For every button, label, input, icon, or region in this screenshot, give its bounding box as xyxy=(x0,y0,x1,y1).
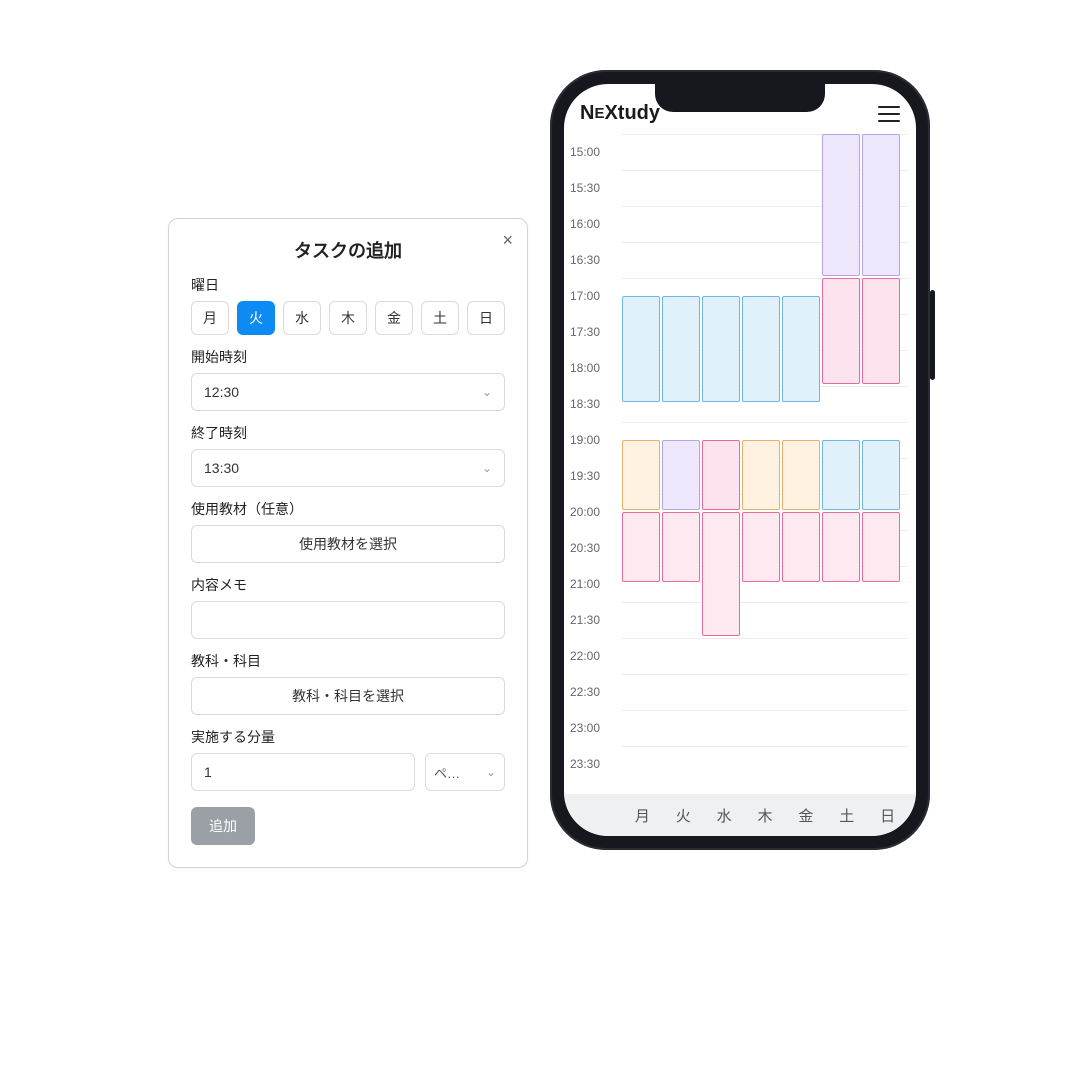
schedule-event[interactable] xyxy=(622,296,660,402)
time-label: 18:30 xyxy=(570,386,622,422)
schedule-grid[interactable] xyxy=(622,134,908,794)
phone-side-button xyxy=(930,290,935,380)
subject-select-button[interactable]: 教科・科目を選択 xyxy=(191,677,505,715)
daybar-label: 水 xyxy=(704,805,745,826)
time-label: 15:30 xyxy=(570,170,622,206)
schedule-event[interactable] xyxy=(742,296,780,402)
schedule-event[interactable] xyxy=(742,440,780,510)
label-memo: 内容メモ xyxy=(191,575,505,595)
day-chip-木[interactable]: 木 xyxy=(329,301,367,335)
daybar-label: 金 xyxy=(785,805,826,826)
label-end: 終了時刻 xyxy=(191,423,505,443)
schedule-event[interactable] xyxy=(862,512,900,582)
schedule-event[interactable] xyxy=(782,440,820,510)
time-label: 16:30 xyxy=(570,242,622,278)
time-label: 22:00 xyxy=(570,638,622,674)
schedule-event[interactable] xyxy=(782,512,820,582)
day-bar: 月火水木金土日 xyxy=(564,794,916,836)
grid-row xyxy=(622,746,908,782)
day-chip-火[interactable]: 火 xyxy=(237,301,275,335)
chevron-down-icon: ⌄ xyxy=(486,765,496,779)
daybar-label: 土 xyxy=(826,805,867,826)
schedule-event[interactable] xyxy=(702,296,740,402)
day-chip-月[interactable]: 月 xyxy=(191,301,229,335)
label-material: 使用教材（任意） xyxy=(191,499,505,519)
daybar-label: 日 xyxy=(867,805,908,826)
schedule-event[interactable] xyxy=(782,296,820,402)
chevron-down-icon: ⌄ xyxy=(482,461,492,475)
app-brand: NEXtudy xyxy=(580,102,660,125)
phone-notch xyxy=(655,84,825,112)
modal-title: タスクの追加 xyxy=(191,237,505,263)
material-select-button[interactable]: 使用教材を選択 xyxy=(191,525,505,563)
time-label: 19:00 xyxy=(570,422,622,458)
time-column: 15:0015:3016:0016:3017:0017:3018:0018:30… xyxy=(570,134,622,782)
end-time-select[interactable]: 13:30 ⌄ xyxy=(191,449,505,487)
schedule-event[interactable] xyxy=(862,440,900,510)
schedule: 15:0015:3016:0016:3017:0017:3018:0018:30… xyxy=(564,134,916,794)
start-time-select[interactable]: 12:30 ⌄ xyxy=(191,373,505,411)
time-label: 20:00 xyxy=(570,494,622,530)
schedule-event[interactable] xyxy=(822,440,860,510)
time-label: 21:00 xyxy=(570,566,622,602)
day-chip-水[interactable]: 水 xyxy=(283,301,321,335)
daybar-label: 月 xyxy=(622,805,663,826)
time-label: 17:30 xyxy=(570,314,622,350)
schedule-event[interactable] xyxy=(662,296,700,402)
time-label: 21:30 xyxy=(570,602,622,638)
memo-input[interactable] xyxy=(191,601,505,639)
schedule-event[interactable] xyxy=(742,512,780,582)
time-label: 19:30 xyxy=(570,458,622,494)
end-time-value: 13:30 xyxy=(204,460,239,476)
time-label: 23:00 xyxy=(570,710,622,746)
grid-row xyxy=(622,638,908,674)
schedule-event[interactable] xyxy=(862,278,900,384)
grid-row xyxy=(622,602,908,638)
label-start: 開始時刻 xyxy=(191,347,505,367)
label-amount: 実施する分量 xyxy=(191,727,505,747)
time-label: 16:00 xyxy=(570,206,622,242)
day-chip-金[interactable]: 金 xyxy=(375,301,413,335)
schedule-event[interactable] xyxy=(822,134,860,276)
grid-row xyxy=(622,710,908,746)
close-icon[interactable]: × xyxy=(502,231,513,249)
schedule-event[interactable] xyxy=(822,278,860,384)
daybar-label: 木 xyxy=(745,805,786,826)
schedule-event[interactable] xyxy=(622,512,660,582)
add-task-modal: × タスクの追加 曜日 月火水木金土日 開始時刻 12:30 ⌄ 終了時刻 13… xyxy=(168,218,528,868)
schedule-event[interactable] xyxy=(702,512,740,636)
schedule-event[interactable] xyxy=(662,440,700,510)
time-label: 15:00 xyxy=(570,134,622,170)
menu-icon[interactable] xyxy=(878,106,900,122)
phone-frame: NEXtudy 15:0015:3016:0016:3017:0017:3018… xyxy=(550,70,930,850)
chevron-down-icon: ⌄ xyxy=(482,385,492,399)
start-time-value: 12:30 xyxy=(204,384,239,400)
time-label: 22:30 xyxy=(570,674,622,710)
label-subject: 教科・科目 xyxy=(191,651,505,671)
schedule-event[interactable] xyxy=(662,512,700,582)
amount-input[interactable]: 1 xyxy=(191,753,415,791)
time-label: 23:30 xyxy=(570,746,622,782)
schedule-event[interactable] xyxy=(622,440,660,510)
grid-row xyxy=(622,674,908,710)
day-selector: 月火水木金土日 xyxy=(191,301,505,335)
label-day: 曜日 xyxy=(191,275,505,295)
daybar-label: 火 xyxy=(663,805,704,826)
phone-screen: NEXtudy 15:0015:3016:0016:3017:0017:3018… xyxy=(564,84,916,836)
day-chip-日[interactable]: 日 xyxy=(467,301,505,335)
submit-button[interactable]: 追加 xyxy=(191,807,255,845)
schedule-event[interactable] xyxy=(862,134,900,276)
time-label: 17:00 xyxy=(570,278,622,314)
unit-select[interactable]: ペ… ⌄ xyxy=(425,753,505,791)
time-label: 18:00 xyxy=(570,350,622,386)
time-label: 20:30 xyxy=(570,530,622,566)
schedule-event[interactable] xyxy=(702,440,740,510)
day-chip-土[interactable]: 土 xyxy=(421,301,459,335)
schedule-event[interactable] xyxy=(822,512,860,582)
